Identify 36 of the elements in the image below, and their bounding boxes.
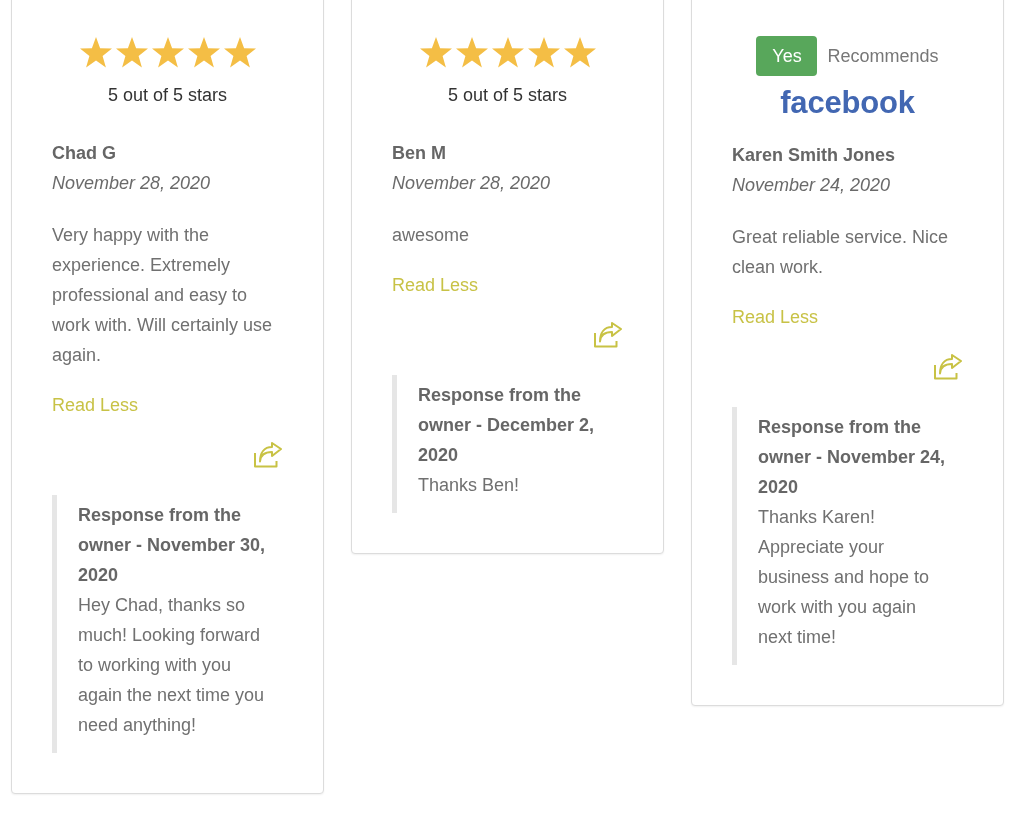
star-icon: [78, 36, 113, 70]
star-icon: [490, 36, 525, 70]
reviewer-name: Chad G: [52, 142, 116, 165]
recommends-label: Recommends: [827, 45, 939, 67]
response-text: Hey Chad, thanks so much! Looking forward to working with you again the next time you need anything!: [78, 594, 266, 737]
share-icon[interactable]: [253, 442, 283, 468]
read-less-link[interactable]: Read Less: [732, 307, 819, 327]
recommend-badge: Yes: [756, 36, 818, 76]
review-date: November 24, 2020: [732, 174, 891, 197]
star-icon: [150, 36, 185, 70]
star-icon: [454, 36, 489, 70]
star-icon: [114, 36, 149, 70]
rating-text: 5 out of 5 stars: [107, 84, 228, 106]
reviewer-name: Karen Smith Jones: [732, 144, 896, 167]
response-heading: Response from the owner - November 24, 2020: [758, 416, 947, 499]
read-less-link[interactable]: Read Less: [392, 275, 479, 295]
response-text: Thanks Karen! Appreciate your business and hope to work with you again next time!: [758, 506, 931, 649]
rating-text: 5 out of 5 stars: [447, 84, 568, 106]
share-icon[interactable]: [593, 322, 623, 348]
review-text: Very happy with the experience. Extremely professional and easy to work with. Will certainly use again.: [52, 224, 274, 367]
reviewer-name: Ben M: [392, 142, 446, 165]
response-heading: Response from the owner - December 2, 2020: [418, 384, 596, 467]
response-heading: Response from the owner - November 30, 2020: [78, 504, 267, 587]
star-icon: [526, 36, 561, 70]
star-icon: [186, 36, 221, 70]
review-text: Great reliable service. Nice clean work.: [732, 226, 950, 279]
star-icon: [562, 36, 597, 70]
read-less-link[interactable]: Read Less: [52, 395, 139, 415]
share-icon[interactable]: [933, 354, 963, 380]
response-text: Thanks Ben!: [418, 474, 521, 497]
source-logo: facebook: [780, 88, 915, 118]
star-icon: [222, 36, 257, 70]
review-date: November 28, 2020: [52, 172, 211, 195]
review-text: awesome: [392, 224, 471, 247]
star-icon: [418, 36, 453, 70]
review-date: November 28, 2020: [392, 172, 551, 195]
